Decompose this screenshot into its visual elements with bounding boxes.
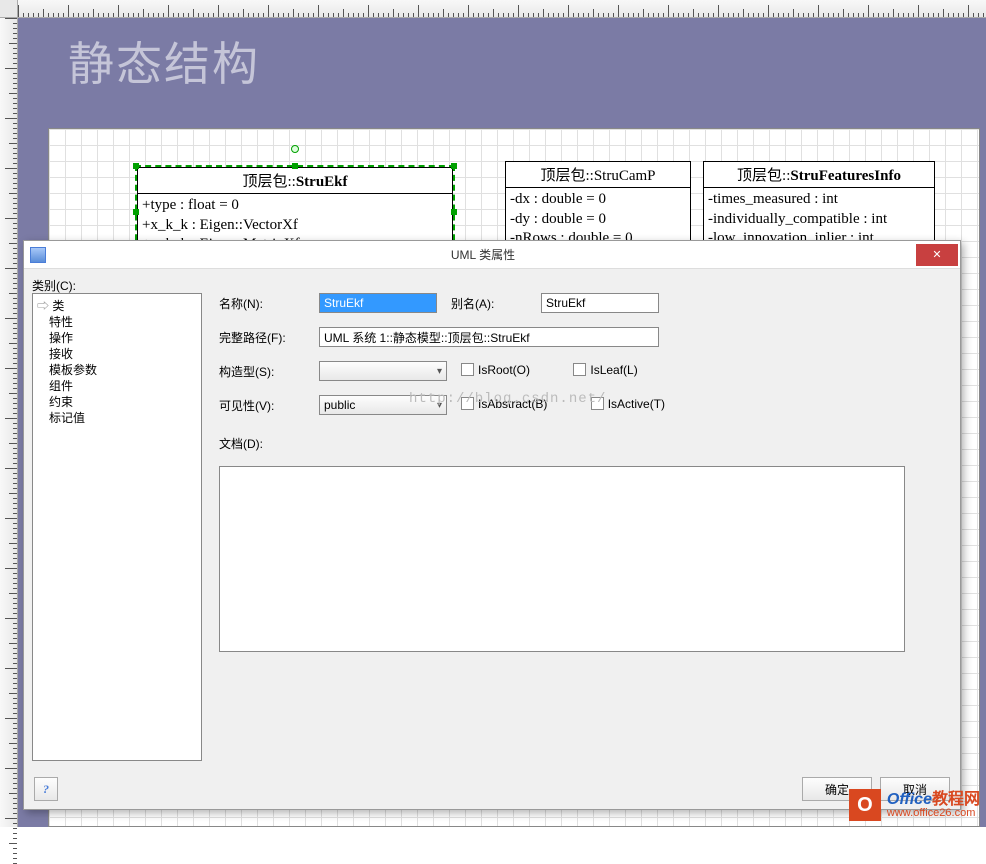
category-label: 类别(C): [32, 277, 952, 294]
uml-class-title[interactable]: 顶层包::StruEkf [137, 167, 453, 194]
uml-class-strufeaturesinfo[interactable]: 顶层包::StruFeaturesInfo -times_measured : … [703, 161, 935, 252]
category-tree[interactable]: 类 特性 操作 接收 模板参数 组件 约束 标记值 [32, 293, 202, 761]
ruler-horizontal[interactable] [18, 0, 986, 18]
dialog-titlebar[interactable]: UML 类属性 ✕ [24, 241, 960, 269]
rotate-handle[interactable] [291, 145, 299, 153]
resize-handle[interactable] [133, 163, 139, 169]
alias-label: 别名(A): [451, 295, 541, 312]
ruler-vertical[interactable] [0, 18, 18, 827]
doc-label: 文档(D): [219, 435, 319, 452]
tree-item-tagged-values[interactable]: 标记值 [37, 410, 197, 426]
doc-textarea[interactable] [219, 466, 905, 652]
stereotype-label: 构造型(S): [219, 363, 319, 380]
help-button[interactable]: ? [34, 777, 58, 801]
visibility-label: 可见性(V): [219, 397, 319, 414]
stereotype-combo[interactable] [319, 361, 447, 381]
resize-handle[interactable] [451, 209, 457, 215]
uml-class-title[interactable]: 顶层包::StruFeaturesInfo [703, 161, 935, 188]
fullpath-label: 完整路径(F): [219, 329, 319, 346]
dialog-title: UML 类属性 [52, 246, 914, 263]
close-button[interactable]: ✕ [916, 244, 958, 266]
alias-input[interactable] [541, 293, 659, 313]
tree-item-attributes[interactable]: 特性 [37, 314, 197, 330]
resize-handle[interactable] [292, 163, 298, 169]
tree-item-class[interactable]: 类 [37, 298, 197, 314]
fullpath-input [319, 327, 659, 347]
uml-class-title[interactable]: 顶层包::StruCamP [505, 161, 691, 188]
dialog-icon [30, 247, 46, 263]
isroot-checkbox[interactable]: IsRoot(O) [461, 363, 530, 377]
uml-class-properties-dialog: UML 类属性 ✕ 类别(C): 类 特性 操作 接收 模板参数 组件 约束 标… [23, 240, 961, 810]
background-title: 静态结构 [68, 28, 260, 94]
name-label: 名称(N): [219, 295, 319, 312]
tree-item-components[interactable]: 组件 [37, 378, 197, 394]
resize-handle[interactable] [451, 163, 457, 169]
resize-handle[interactable] [133, 209, 139, 215]
uml-class-strucamp[interactable]: 顶层包::StruCamP -dx : double = 0 -dy : dou… [505, 161, 691, 252]
dialog-footer: ? 确定 取消 [24, 769, 960, 809]
ruler-corner [0, 0, 18, 18]
name-input[interactable] [319, 293, 437, 313]
tree-item-operations[interactable]: 操作 [37, 330, 197, 346]
watermark-text: http://blog.csdn.net/ [409, 391, 606, 407]
watermark-logo: O Office教程网 www.office26.com [849, 789, 980, 821]
logo-icon: O [849, 789, 881, 821]
isleaf-checkbox[interactable]: IsLeaf(L) [573, 363, 637, 377]
tree-item-template-params[interactable]: 模板参数 [37, 362, 197, 378]
tree-item-receptions[interactable]: 接收 [37, 346, 197, 362]
form-panel: 名称(N): 别名(A): 完整路径(F): 构造型(S): IsRoot(O)… [219, 293, 952, 761]
tree-item-constraints[interactable]: 约束 [37, 394, 197, 410]
